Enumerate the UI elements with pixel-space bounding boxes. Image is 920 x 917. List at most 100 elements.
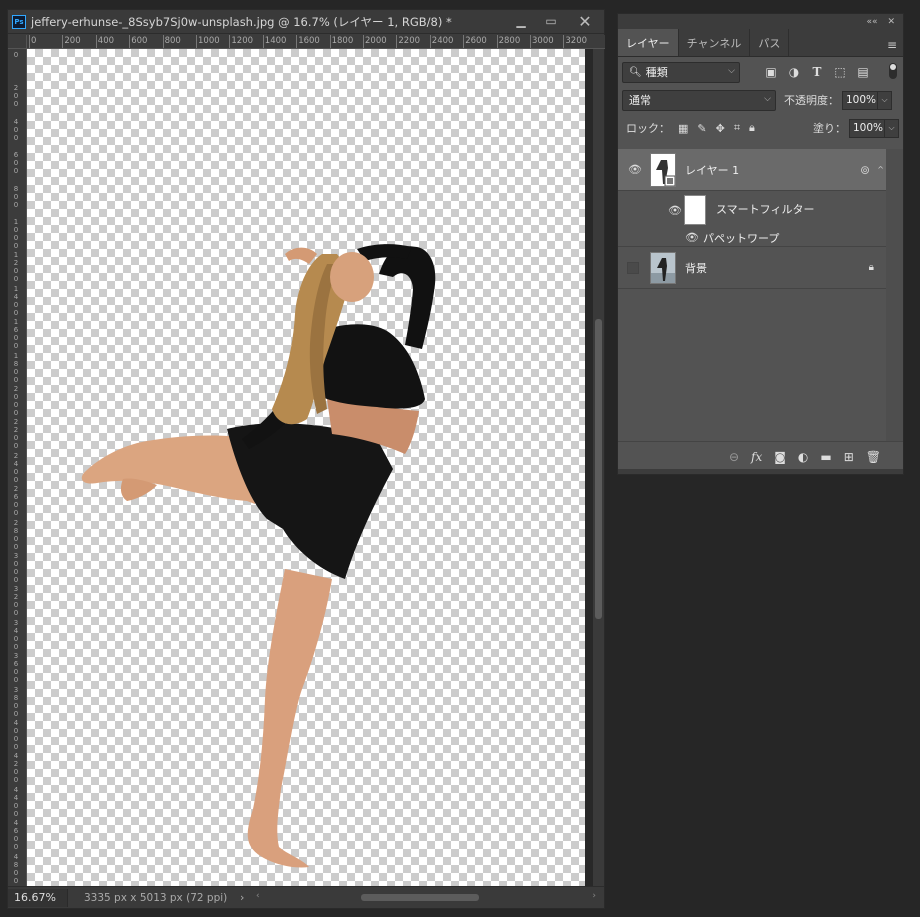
smart-object-filter-icon[interactable]: ▤ bbox=[856, 65, 870, 79]
layer-name[interactable]: レイヤー 1 bbox=[685, 162, 739, 178]
pixel-layer-filter-icon[interactable]: ▣ bbox=[764, 65, 778, 79]
panel-menu-icon[interactable]: ≡ bbox=[887, 38, 897, 52]
maximize-button[interactable]: ▭ bbox=[536, 10, 566, 32]
horizontal-scroll-thumb[interactable] bbox=[361, 894, 479, 901]
status-menu-arrow-icon[interactable]: › bbox=[240, 891, 244, 904]
horizontal-ruler[interactable]: 0 200 400 600 800 1000 1200 1400 1600 1800 2000 220… bbox=[27, 35, 605, 49]
filter-toggle[interactable] bbox=[889, 63, 897, 79]
ruler-label: 400 bbox=[13, 117, 19, 142]
minimize-button[interactable]: ▁ bbox=[506, 10, 536, 32]
folder-icon[interactable]: ▬ bbox=[820, 450, 831, 464]
photoshop-icon: Ps bbox=[12, 14, 26, 29]
canvas-area[interactable] bbox=[27, 49, 595, 887]
layer-thumbnail[interactable] bbox=[650, 251, 676, 284]
ruler-label: 3600 bbox=[13, 652, 19, 685]
ruler-label: 2400 bbox=[431, 36, 454, 46]
vertical-scrollbar[interactable] bbox=[593, 49, 604, 887]
lock-image-brush-icon[interactable]: ✎ bbox=[697, 122, 706, 135]
chevron-down-icon: ⌵ bbox=[728, 65, 735, 76]
ruler-label: 600 bbox=[131, 36, 148, 46]
ruler-corner[interactable] bbox=[8, 35, 27, 49]
lock-icons: ▦ ✎ ✥ ⌗ 🔒︎ bbox=[678, 121, 755, 135]
close-button[interactable]: ✕ bbox=[566, 10, 604, 32]
fill-input[interactable]: 100% bbox=[849, 118, 885, 138]
opacity-label: 不透明度： bbox=[784, 94, 839, 107]
ruler-label: 1000 bbox=[13, 218, 19, 250]
background-thumbnail-image bbox=[651, 252, 675, 283]
zoom-field[interactable]: 16.67% bbox=[8, 888, 68, 907]
lock-transparent-icon[interactable]: ▦ bbox=[678, 122, 688, 135]
layer-row-background[interactable]: 背景 🔒︎ bbox=[618, 247, 886, 289]
ruler-label: 800 bbox=[164, 36, 181, 46]
document-title: jeffery-erhunse-_8Ssyb7Sj0w-unsplash.jpg… bbox=[31, 14, 452, 29]
ruler-label: 200 bbox=[64, 36, 81, 46]
lock-position-move-icon[interactable]: ✥ bbox=[716, 122, 725, 135]
scroll-right-icon[interactable]: › bbox=[592, 891, 596, 901]
tab-layers[interactable]: レイヤー bbox=[618, 29, 679, 56]
layer-name[interactable]: 背景 bbox=[685, 260, 707, 276]
puppet-warp-label[interactable]: パペットワープ bbox=[703, 230, 779, 246]
chevron-down-icon: ⌵ bbox=[764, 93, 771, 104]
adjustment-layer-filter-icon[interactable]: ◑ bbox=[787, 65, 801, 79]
lock-all-icon[interactable]: 🔒︎ bbox=[749, 121, 755, 135]
horizontal-scrollbar[interactable]: ‹ › bbox=[256, 891, 596, 904]
eye-icon[interactable]: 👁︎ bbox=[685, 231, 699, 244]
blend-mode-select[interactable]: 通常 ⌵ bbox=[622, 89, 776, 111]
canvas[interactable] bbox=[27, 49, 585, 887]
ruler-label: 4800 bbox=[13, 852, 19, 885]
lock-row: ロック： ▦ ✎ ✥ ⌗ 🔒︎ 塗り： 100% ⌵ bbox=[618, 113, 903, 143]
search-icon: 🔍︎ bbox=[629, 66, 642, 78]
smart-object-link-icon[interactable]: ⊚ bbox=[860, 163, 870, 177]
ruler-label: 3000 bbox=[13, 552, 19, 584]
collapse-panel-icon[interactable]: «« bbox=[866, 17, 877, 27]
trash-icon[interactable]: 🗑︎ bbox=[866, 450, 881, 464]
panel-bottom-edge bbox=[618, 469, 903, 474]
eye-icon[interactable]: 👁︎ bbox=[628, 163, 642, 176]
vertical-ruler[interactable]: 0 200 400 600 800 100012001400160018002000220… bbox=[8, 49, 27, 887]
window-buttons: ▁ ▭ ✕ bbox=[506, 10, 604, 34]
smart-filter-group: 👁︎ スマートフィルター 👁︎ パペットワープ bbox=[618, 191, 886, 247]
ruler-label: 2800 bbox=[498, 36, 521, 46]
kind-filter-select[interactable]: 🔍︎ 種類 ⌵ bbox=[622, 61, 740, 83]
layer-row-layer1[interactable]: 👁︎ レイヤー 1 ⊚ ^ bbox=[618, 149, 886, 191]
layers-scrollbar[interactable] bbox=[886, 149, 903, 441]
ruler-label: 4600 bbox=[13, 819, 19, 852]
ruler-label: 1400 bbox=[264, 36, 287, 46]
shape-layer-filter-icon[interactable]: ⬚ bbox=[833, 65, 847, 79]
ruler-label: 1800 bbox=[13, 351, 19, 384]
lock-artboard-icon[interactable]: ⌗ bbox=[734, 121, 740, 135]
blend-row: 通常 ⌵ 不透明度： 100% ⌵ bbox=[618, 87, 903, 113]
panel-close-icon[interactable]: ✕ bbox=[887, 17, 895, 27]
mask-icon[interactable]: ◙ bbox=[774, 450, 786, 464]
tab-channels[interactable]: チャンネル bbox=[679, 29, 751, 56]
link-icon[interactable]: ⊖ bbox=[729, 450, 739, 464]
opacity-input[interactable]: 100% bbox=[842, 90, 878, 110]
eye-icon[interactable]: 👁︎ bbox=[668, 204, 682, 217]
smart-filter-label[interactable]: スマートフィルター bbox=[716, 201, 814, 217]
adjustment-icon[interactable]: ◐ bbox=[798, 450, 808, 464]
collapse-caret-icon[interactable]: ^ bbox=[877, 165, 884, 174]
panel-tabs: レイヤー チャンネル パス ≡ bbox=[618, 29, 903, 57]
visibility-toggle[interactable] bbox=[627, 261, 639, 274]
new-layer-icon[interactable]: ⊞ bbox=[844, 450, 854, 464]
ruler-label: 1800 bbox=[331, 36, 354, 46]
ruler-label: 3000 bbox=[532, 36, 554, 46]
ruler-label: 4000 bbox=[13, 719, 19, 751]
fill-dropdown-icon[interactable]: ⌵ bbox=[885, 118, 899, 138]
layer-thumbnail[interactable] bbox=[650, 152, 676, 187]
type-layer-filter-icon[interactable]: T bbox=[810, 65, 824, 79]
fx-icon[interactable]: fx bbox=[751, 450, 762, 464]
ruler-label: 2800 bbox=[13, 518, 19, 551]
filter-row: 🔍︎ 種類 ⌵ ▣ ◑ T ⬚ ▤ bbox=[618, 57, 903, 87]
document-title-bar[interactable]: Ps jeffery-erhunse-_8Ssyb7Sj0w-unsplash.… bbox=[8, 10, 604, 34]
document-window: Ps jeffery-erhunse-_8Ssyb7Sj0w-unsplash.… bbox=[7, 9, 605, 909]
ruler-label: 1600 bbox=[298, 36, 320, 46]
smart-filter-mask-thumbnail[interactable] bbox=[684, 195, 706, 225]
filter-icons: ▣ ◑ T ⬚ ▤ bbox=[764, 65, 870, 79]
opacity-dropdown-icon[interactable]: ⌵ bbox=[878, 90, 892, 110]
vertical-scroll-thumb[interactable] bbox=[595, 319, 602, 619]
scroll-left-icon[interactable]: ‹ bbox=[256, 891, 260, 901]
ruler-label: 1000 bbox=[198, 36, 220, 46]
ruler-label: 2200 bbox=[13, 418, 19, 451]
tab-paths[interactable]: パス bbox=[750, 29, 790, 56]
